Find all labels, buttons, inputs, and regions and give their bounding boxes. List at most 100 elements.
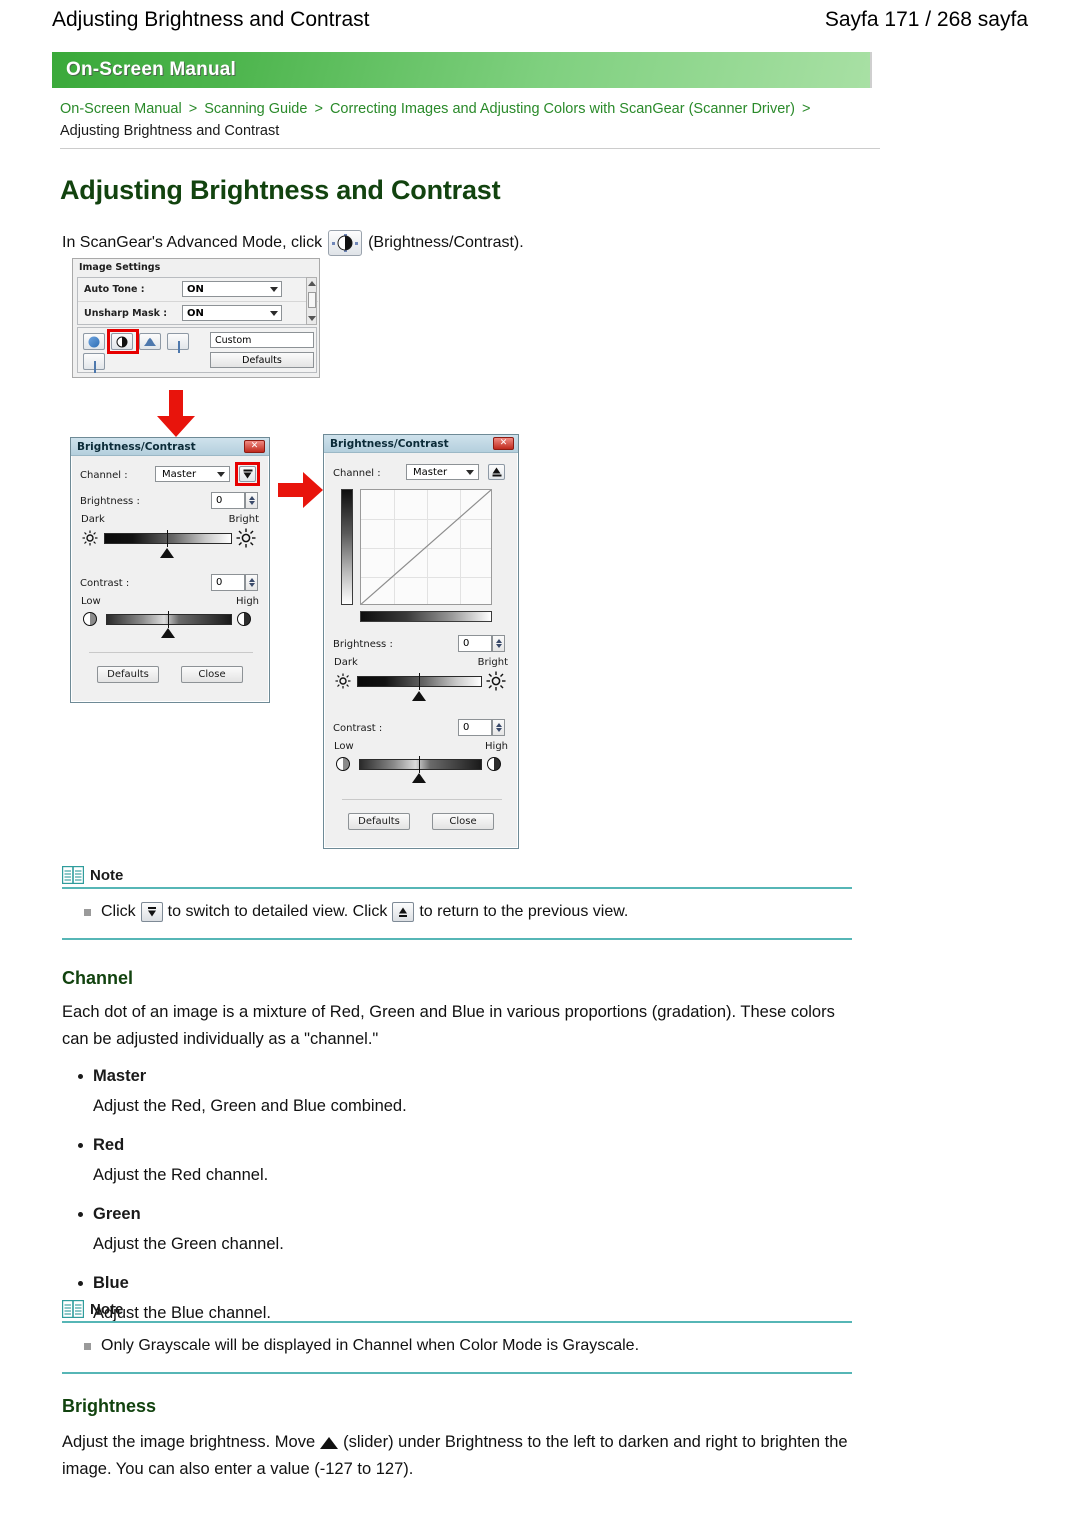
note-divider-bottom — [62, 1372, 852, 1374]
contrast-min-label: Low — [334, 741, 354, 752]
defaults-button[interactable]: Defaults — [348, 813, 410, 830]
brightness-stepper[interactable] — [492, 635, 505, 652]
contrast-slider-track[interactable] — [106, 614, 232, 625]
image-settings-panel-screenshot: Image Settings Auto Tone : ON Unsharp Ma… — [72, 258, 320, 378]
list-item: Master Adjust the Red, Green and Blue co… — [62, 1067, 962, 1120]
unsharp-mask-select[interactable]: ON — [182, 305, 282, 321]
brightness-label: Brightness : — [333, 639, 393, 650]
channel-value: Master — [162, 468, 197, 480]
scroll-up-icon[interactable] — [308, 281, 316, 286]
breadcrumb: On-Screen Manual > Scanning Guide > Corr… — [52, 88, 880, 153]
brightness-slider-thumb[interactable] — [160, 548, 174, 558]
contrast-stepper[interactable] — [492, 719, 505, 736]
tone-curve-icon[interactable] — [167, 333, 189, 353]
channel-item-label: Red — [62, 1136, 962, 1155]
divider — [89, 652, 253, 653]
contrast-input[interactable]: 0 — [211, 574, 245, 591]
sun-dark-icon — [82, 530, 98, 546]
channel-item-desc: Adjust the Red channel. — [93, 1166, 269, 1184]
channel-item-desc: Adjust the Red, Green and Blue combined. — [93, 1097, 407, 1115]
contrast-label: Contrast : — [333, 723, 383, 734]
channel-select[interactable]: Master — [406, 464, 479, 480]
brightness-max-label: Bright — [477, 657, 508, 668]
brightness-contrast-button-icon — [328, 230, 363, 256]
breadcrumb-divider — [60, 148, 880, 149]
down-arrow-bar-icon — [140, 902, 163, 922]
close-button[interactable]: Close — [181, 666, 243, 683]
dialog-titlebar[interactable]: Brightness/Contrast ✕ — [324, 435, 518, 453]
tone-curve-graph[interactable] — [360, 489, 492, 605]
breadcrumb-current: Adjusting Brightness and Contrast — [60, 123, 280, 139]
contrast-stepper[interactable] — [245, 574, 258, 591]
table-row: Unsharp Mask : ON — [78, 301, 318, 324]
channel-heading: Channel — [62, 968, 134, 988]
brightness-input[interactable]: 0 — [458, 635, 492, 652]
contrast-max-label: High — [485, 741, 508, 752]
brightness-paragraph: Adjust the image brightness. Move (slider… — [62, 1429, 872, 1483]
channel-item-label: Green — [62, 1205, 962, 1224]
chevron-down-icon — [270, 311, 278, 316]
image-settings-defaults-button[interactable]: Defaults — [210, 352, 314, 368]
bullet-icon — [78, 1143, 83, 1148]
note-divider-bottom — [62, 938, 852, 940]
contrast-max-label: High — [236, 596, 259, 607]
contrast-value: 0 — [216, 577, 223, 588]
contrast-value: 0 — [463, 722, 470, 733]
image-settings-rows: Auto Tone : ON Unsharp Mask : ON — [77, 277, 318, 325]
final-review-icon[interactable] — [83, 353, 105, 373]
scroll-down-icon[interactable] — [308, 316, 316, 321]
close-icon[interactable]: ✕ — [244, 440, 265, 453]
breadcrumb-item-1[interactable]: Scanning Guide — [204, 101, 307, 117]
brightness-slider-track[interactable] — [104, 533, 232, 544]
contrast-input[interactable]: 0 — [458, 719, 492, 736]
up-arrow-bar-icon — [392, 902, 415, 922]
contrast-slider-track[interactable] — [359, 759, 482, 770]
close-button[interactable]: Close — [432, 813, 494, 830]
down-arrow-graphic — [157, 390, 195, 437]
note-block-1: Note Click to switch to detailed view. C… — [62, 866, 962, 940]
page-indicator: Sayfa 171 / 268 sayfa — [824, 8, 1028, 31]
contrast-min-label: Low — [81, 596, 101, 607]
brightness-text-a: Adjust the image brightness. Move — [62, 1433, 316, 1451]
breadcrumb-item-0[interactable]: On-Screen Manual — [60, 101, 182, 117]
scroll-thumb[interactable] — [308, 292, 316, 308]
bullet-icon — [78, 1212, 83, 1217]
brightness-max-label: Bright — [228, 514, 259, 525]
scrollbar[interactable] — [306, 277, 317, 325]
previous-view-button[interactable] — [488, 464, 505, 480]
sun-bright-icon — [486, 671, 506, 691]
chevron-down-icon — [270, 287, 278, 292]
close-icon[interactable]: ✕ — [493, 437, 514, 450]
channel-select[interactable]: Master — [155, 466, 230, 482]
channel-value: Master — [413, 466, 448, 478]
horizontal-gradient-strip — [360, 611, 492, 622]
channel-label: Channel : — [80, 470, 128, 481]
defaults-button[interactable]: Defaults — [97, 666, 159, 683]
vertical-gradient-strip — [341, 489, 353, 605]
note-text-a: Click — [101, 903, 136, 920]
brightness-stepper[interactable] — [245, 492, 258, 509]
book-icon — [62, 866, 84, 884]
channel-item-label: Master — [62, 1067, 962, 1086]
sun-bright-icon — [236, 528, 256, 548]
brightness-slider-thumb[interactable] — [412, 691, 426, 701]
brightness-input[interactable]: 0 — [211, 492, 245, 509]
contrast-slider-thumb[interactable] — [161, 628, 175, 638]
highlight-box-brightness-contrast — [107, 329, 139, 354]
auto-tone-select[interactable]: ON — [182, 281, 282, 297]
note-label: Note — [90, 1300, 124, 1318]
note-header: Note — [62, 1300, 962, 1318]
note-text-b: to switch to detailed view. Click — [167, 903, 388, 920]
fading-correction-icon[interactable] — [83, 333, 105, 350]
breadcrumb-item-2[interactable]: Correcting Images and Adjusting Colors w… — [330, 101, 795, 117]
image-settings-toolbar: Custom Defaults — [77, 327, 317, 373]
content-area: On-Screen Manual On-Screen Manual > Scan… — [52, 52, 1028, 256]
dialog-titlebar[interactable]: Brightness/Contrast ✕ — [71, 438, 269, 456]
contrast-label: Contrast : — [80, 578, 130, 589]
brightness-value: 0 — [463, 638, 470, 649]
histogram-icon[interactable] — [139, 333, 161, 350]
preset-select[interactable]: Custom — [210, 332, 314, 348]
dialog-title: Brightness/Contrast — [77, 440, 196, 453]
breadcrumb-separator: > — [314, 101, 323, 117]
contrast-slider-thumb[interactable] — [412, 773, 426, 783]
